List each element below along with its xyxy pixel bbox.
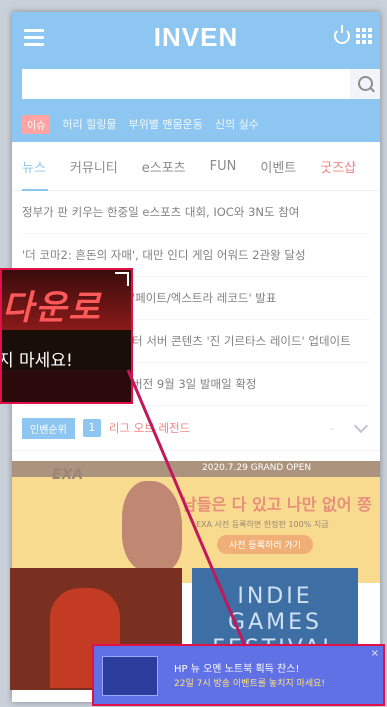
active-tab-indicator <box>22 189 48 191</box>
zoom-corner-mark <box>115 272 129 286</box>
hot-keyword[interactable]: 신의 실수 <box>215 116 259 132</box>
news-item[interactable]: 정부가 판 키우는 한중일 e스포츠 대회, IOC와 3N도 참여 <box>22 191 370 234</box>
tab-event[interactable]: 이벤트 <box>260 157 296 176</box>
banner-date: 2020.7.29 GRAND OPEN <box>202 463 312 473</box>
banner-game-logo: EXA <box>52 467 84 483</box>
chevron-down-icon[interactable] <box>353 418 369 434</box>
tab-community[interactable]: 커뮤니티 <box>70 157 118 176</box>
ranking-change: - <box>330 421 334 435</box>
tab-esports[interactable]: e스포츠 <box>142 157 186 176</box>
zoom-lower-band <box>2 370 131 402</box>
ranking-badge: 인벤순위 <box>22 417 75 439</box>
popup-description: 22일 7시 방송 이벤트를 놓치지 마세요! <box>174 679 326 689</box>
power-icon[interactable] <box>334 25 350 44</box>
ranking-number: 1 <box>82 419 101 437</box>
preregister-button[interactable]: 사전 등록하러 가기 <box>217 535 313 554</box>
laptop-thumbnail <box>102 656 158 696</box>
popup-title: HP 뉴 오멘 노트북 획득 찬스! <box>174 664 300 675</box>
header: INVEN <box>12 12 380 66</box>
ranking-bar[interactable]: 인벤순위 1 리그 오브 레전드 - <box>12 406 380 451</box>
search-input[interactable] <box>22 69 350 99</box>
ranking-game-name: 리그 오브 레전드 <box>108 421 191 435</box>
tab-news[interactable]: 뉴스 <box>22 157 46 176</box>
zoom-callout: 다운로 지 마세요! <box>0 268 133 404</box>
event-popup[interactable]: × HP 뉴 오멘 노트북 획득 찬스! 22일 7시 방송 이벤트를 놓치지 … <box>92 644 385 706</box>
main-nav: 뉴스 커뮤니티 e스포츠 FUN 이벤트 굿즈샵 <box>12 142 380 191</box>
banner-subtitle: EXA 사전 등록하면 한정판 100% 지급 <box>196 520 329 529</box>
search-bar <box>12 66 380 106</box>
inven-logo[interactable]: INVEN <box>12 22 380 53</box>
tab-goods-shop[interactable]: 굿즈샵 <box>320 157 356 176</box>
apps-grid-icon[interactable] <box>356 28 372 44</box>
dragon-illustration <box>122 481 182 571</box>
ad-banner[interactable]: 2020.7.29 GRAND OPEN EXA 남들은 다 있고 나만 없어 … <box>12 461 380 583</box>
hot-keywords: 이슈 허리 힐링물 부위별 맨몸운동 신의 실수 <box>12 106 380 142</box>
issue-badge: 이슈 <box>22 114 51 134</box>
banner-title: 남들은 다 있고 나만 없어 쫑 <box>182 495 372 514</box>
hot-keyword[interactable]: 부위별 맨몸운동 <box>129 116 203 132</box>
zoom-text: 지 마세요! <box>0 351 73 371</box>
search-icon <box>358 76 373 91</box>
search-button[interactable] <box>350 69 380 99</box>
zoom-large-text: 다운로 <box>2 288 102 328</box>
hot-keyword[interactable]: 허리 힐링물 <box>62 116 116 132</box>
tab-fun[interactable]: FUN <box>210 159 237 174</box>
close-icon[interactable]: × <box>371 648 379 659</box>
